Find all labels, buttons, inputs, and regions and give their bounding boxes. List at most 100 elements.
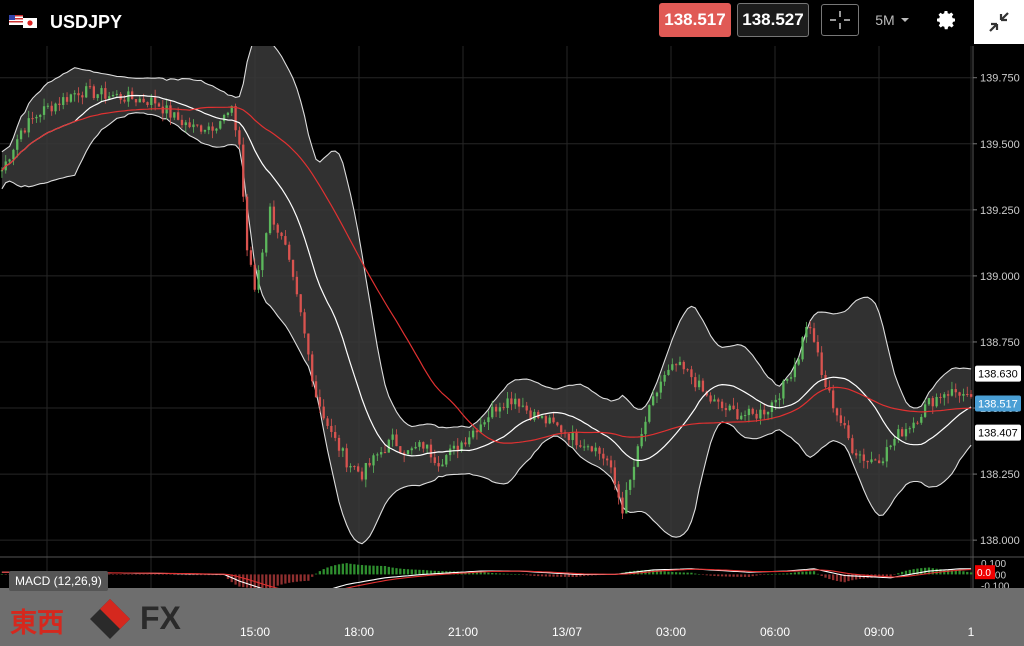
macd-histogram-bar xyxy=(330,566,333,575)
macd-histogram-bar xyxy=(832,574,835,581)
candle-body xyxy=(196,124,199,126)
candle-body xyxy=(96,94,99,99)
candle-body xyxy=(690,369,693,378)
buy-price-button[interactable]: 138.527 xyxy=(737,3,809,37)
candle-body xyxy=(839,415,842,423)
crosshair-button[interactable] xyxy=(821,4,859,36)
macd-histogram-bar xyxy=(801,571,804,575)
macd-histogram-bar xyxy=(119,574,122,575)
candle-body xyxy=(579,445,582,447)
price-label: 138.407 xyxy=(978,428,1018,440)
macd-histogram-bar xyxy=(307,574,310,581)
macd-histogram-bar xyxy=(736,574,739,577)
price-label: 138.630 xyxy=(978,369,1018,381)
macd-histogram-bar xyxy=(108,574,111,575)
macd-histogram-bar xyxy=(491,573,494,575)
candle-body xyxy=(874,459,877,461)
candle-body xyxy=(567,433,571,441)
macd-histogram-bar xyxy=(540,574,544,577)
candle-body xyxy=(418,442,421,447)
candle-body xyxy=(50,105,53,112)
macd-histogram-bar xyxy=(529,574,532,576)
candle-body xyxy=(372,455,375,466)
candle-body xyxy=(322,406,325,419)
candle-body xyxy=(253,264,256,290)
candle-body xyxy=(774,399,777,403)
macd-histogram-bar xyxy=(728,574,731,577)
macd-histogram-bar xyxy=(751,574,754,577)
macd-histogram-bar xyxy=(165,574,168,575)
macd-histogram-bar xyxy=(747,574,751,577)
candle-body xyxy=(674,364,678,366)
candle-body xyxy=(326,418,329,426)
macd-histogram-bar xyxy=(349,563,352,575)
candle-body xyxy=(134,99,138,103)
candle-body xyxy=(268,206,272,234)
candle-body xyxy=(142,98,145,103)
macd-histogram-bar xyxy=(138,574,141,575)
macd-histogram-bar xyxy=(897,573,900,575)
x-tick-label: 06:00 xyxy=(760,625,790,639)
candle-body xyxy=(92,86,96,99)
settings-button[interactable] xyxy=(926,4,966,36)
candle-body xyxy=(801,337,804,360)
flag-icon xyxy=(9,15,37,28)
candle-body xyxy=(395,434,398,447)
collapse-button[interactable] xyxy=(974,0,1024,44)
macd-histogram-bar xyxy=(900,571,904,575)
macd-histogram-bar xyxy=(299,574,302,582)
macd-histogram-bar xyxy=(498,573,502,575)
candle-body xyxy=(636,446,639,467)
candle-body xyxy=(399,446,402,453)
macd-histogram-bar xyxy=(380,565,383,575)
candle-body xyxy=(184,122,187,126)
candle-body xyxy=(199,125,203,132)
candle-body xyxy=(686,369,689,371)
candle-body xyxy=(525,405,528,411)
candle-body xyxy=(586,446,590,448)
candle-body xyxy=(812,328,816,342)
candle-body xyxy=(414,446,417,449)
candle-body xyxy=(606,458,609,461)
macd-indicator-label[interactable]: MACD (12,26,9) xyxy=(9,571,108,591)
candle-body xyxy=(506,398,509,409)
macd-histogram-bar xyxy=(402,568,406,575)
candle-body xyxy=(958,392,961,396)
macd-histogram-bar xyxy=(272,574,276,588)
candle-body xyxy=(104,88,107,99)
candle-body xyxy=(31,118,34,120)
candle-body xyxy=(954,389,957,393)
candle-body xyxy=(820,352,823,376)
macd-histogram-bar xyxy=(150,574,153,575)
macd-histogram-bar xyxy=(525,574,528,576)
price-chart[interactable]: 139.750 139.500 139.250 139.000 138.750 138.5… xyxy=(0,46,1024,646)
candle-body xyxy=(245,196,249,251)
macd-histogram-bar xyxy=(962,571,965,575)
candle-body xyxy=(667,369,670,375)
macd-histogram-bar xyxy=(552,574,555,577)
macd-histogram-bar xyxy=(295,574,299,582)
macd-histogram-bar xyxy=(353,564,356,575)
candle-body xyxy=(832,390,835,409)
sell-price-button[interactable]: 138.517 xyxy=(659,3,731,37)
macd-histogram-bar xyxy=(0,574,4,575)
macd-histogram-bar xyxy=(387,566,390,575)
timeframe-select[interactable]: 5M xyxy=(868,4,918,36)
x-tick-label: 09:00 xyxy=(864,625,894,639)
candle-body xyxy=(219,121,222,129)
candle-body xyxy=(912,422,915,429)
candle-body xyxy=(314,381,318,398)
macd-histogram-bar xyxy=(812,571,816,575)
macd-histogram-bar xyxy=(740,574,743,577)
x-tick-label: 03:00 xyxy=(656,625,686,639)
candle-body xyxy=(617,484,620,498)
candle-body xyxy=(533,411,536,420)
macd-histogram-bar xyxy=(774,573,777,575)
macd-histogram-bar xyxy=(920,568,923,575)
macd-histogram-bar xyxy=(732,574,735,577)
candle-body xyxy=(510,398,513,405)
candle-body xyxy=(889,445,892,448)
candle-body xyxy=(682,361,685,370)
macd-histogram-bar xyxy=(265,574,268,589)
candle-body xyxy=(0,170,4,172)
